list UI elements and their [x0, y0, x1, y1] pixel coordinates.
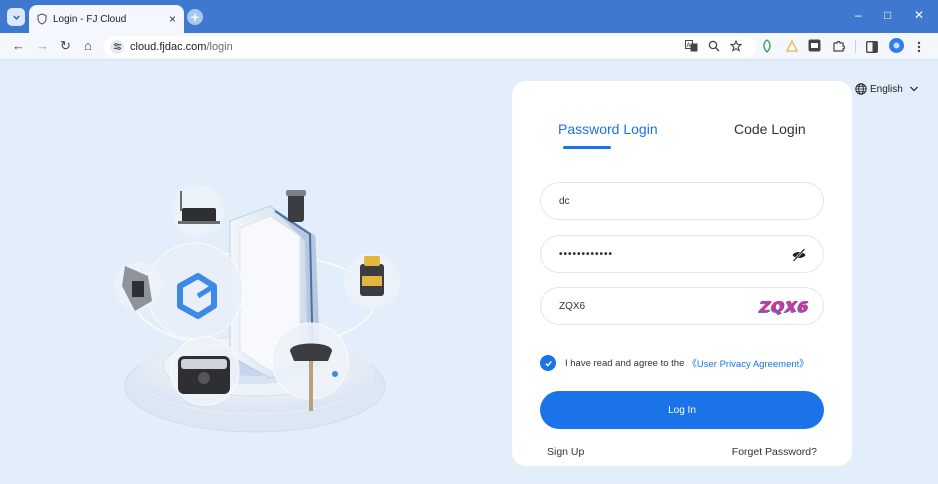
agreement-checkbox[interactable] [540, 355, 556, 371]
more-menu-icon[interactable] [917, 40, 929, 53]
agreement-row: I have read and agree to the 《User Priva… [540, 355, 809, 371]
login-card: Password Login Code Login ZQX6 I have re… [512, 81, 852, 466]
tab-title: Login - FJ Cloud [53, 13, 127, 25]
eye-off-icon[interactable] [791, 247, 807, 263]
home-icon[interactable]: ⌂ [84, 39, 92, 52]
captcha-input[interactable] [559, 300, 759, 312]
forward-arrow-icon[interactable]: → [36, 39, 49, 52]
site-info-icon[interactable] [110, 39, 124, 54]
extension-warning-icon[interactable] [785, 39, 799, 52]
close-window-button[interactable]: ✕ [914, 9, 924, 21]
forget-password-link[interactable]: Forget Password? [732, 446, 817, 458]
zoom-icon[interactable] [708, 40, 720, 55]
devices-illustration [114, 185, 400, 433]
log-in-button[interactable]: Log In [540, 391, 824, 429]
login-tabs: Password Login Code Login [512, 121, 852, 151]
reload-icon[interactable]: ↻ [60, 39, 71, 52]
extensions-puzzle-icon[interactable] [832, 39, 846, 52]
login-page: English Password Login Code Login ZQX6 [0, 61, 938, 484]
captcha-field[interactable]: ZQX6 [540, 287, 824, 325]
chevron-down-icon [909, 86, 918, 92]
back-arrow-icon[interactable]: ← [12, 39, 25, 52]
url-host: cloud.fjdac.com [130, 40, 207, 53]
bookmark-star-icon[interactable] [729, 39, 743, 55]
agreement-text: I have read and agree to the [565, 357, 685, 369]
language-selector[interactable]: English [855, 83, 919, 95]
side-panel-icon[interactable] [866, 40, 878, 53]
tab-search-button[interactable] [7, 8, 25, 26]
captcha-image[interactable]: ZQX6 [747, 296, 809, 318]
chevron-down-icon [12, 15, 20, 20]
sign-up-link[interactable]: Sign Up [547, 446, 584, 458]
url-path: /login [206, 40, 233, 53]
maximize-button[interactable]: □ [884, 9, 891, 21]
privacy-agreement-link[interactable]: 《User Privacy Agreement》 [687, 356, 808, 370]
translate-icon[interactable]: A [685, 40, 698, 55]
password-input[interactable] [559, 248, 759, 260]
username-input[interactable] [559, 195, 759, 207]
tab-code-login[interactable]: Code Login [734, 121, 806, 137]
tab-password-login[interactable]: Password Login [558, 121, 658, 137]
extension-ai-icon[interactable] [808, 39, 821, 52]
browser-tab-bar: Login - FJ Cloud × + – □ ✕ [0, 0, 938, 33]
shield-favicon-icon [37, 13, 47, 25]
browser-toolbar: ← → ↻ ⌂ cloud.fjdac.com/login A [0, 33, 938, 60]
toolbar-divider [855, 40, 856, 53]
browser-tab[interactable]: Login - FJ Cloud × [29, 5, 184, 33]
address-bar[interactable]: cloud.fjdac.com/login A [104, 36, 756, 57]
password-field[interactable] [540, 235, 824, 273]
globe-icon [855, 83, 867, 95]
profile-avatar-icon[interactable] [889, 38, 904, 53]
extension-leaf-icon[interactable] [761, 39, 773, 53]
captcha-text: ZQX6 [759, 298, 809, 316]
minimize-button[interactable]: – [855, 9, 862, 21]
new-tab-button[interactable]: + [187, 9, 203, 25]
url-text: cloud.fjdac.com/login [130, 41, 233, 53]
language-label: English [870, 83, 903, 95]
username-field[interactable] [540, 182, 824, 220]
tab-close-icon[interactable]: × [169, 13, 176, 25]
active-tab-indicator [563, 146, 611, 149]
checkmark-icon [544, 360, 552, 367]
